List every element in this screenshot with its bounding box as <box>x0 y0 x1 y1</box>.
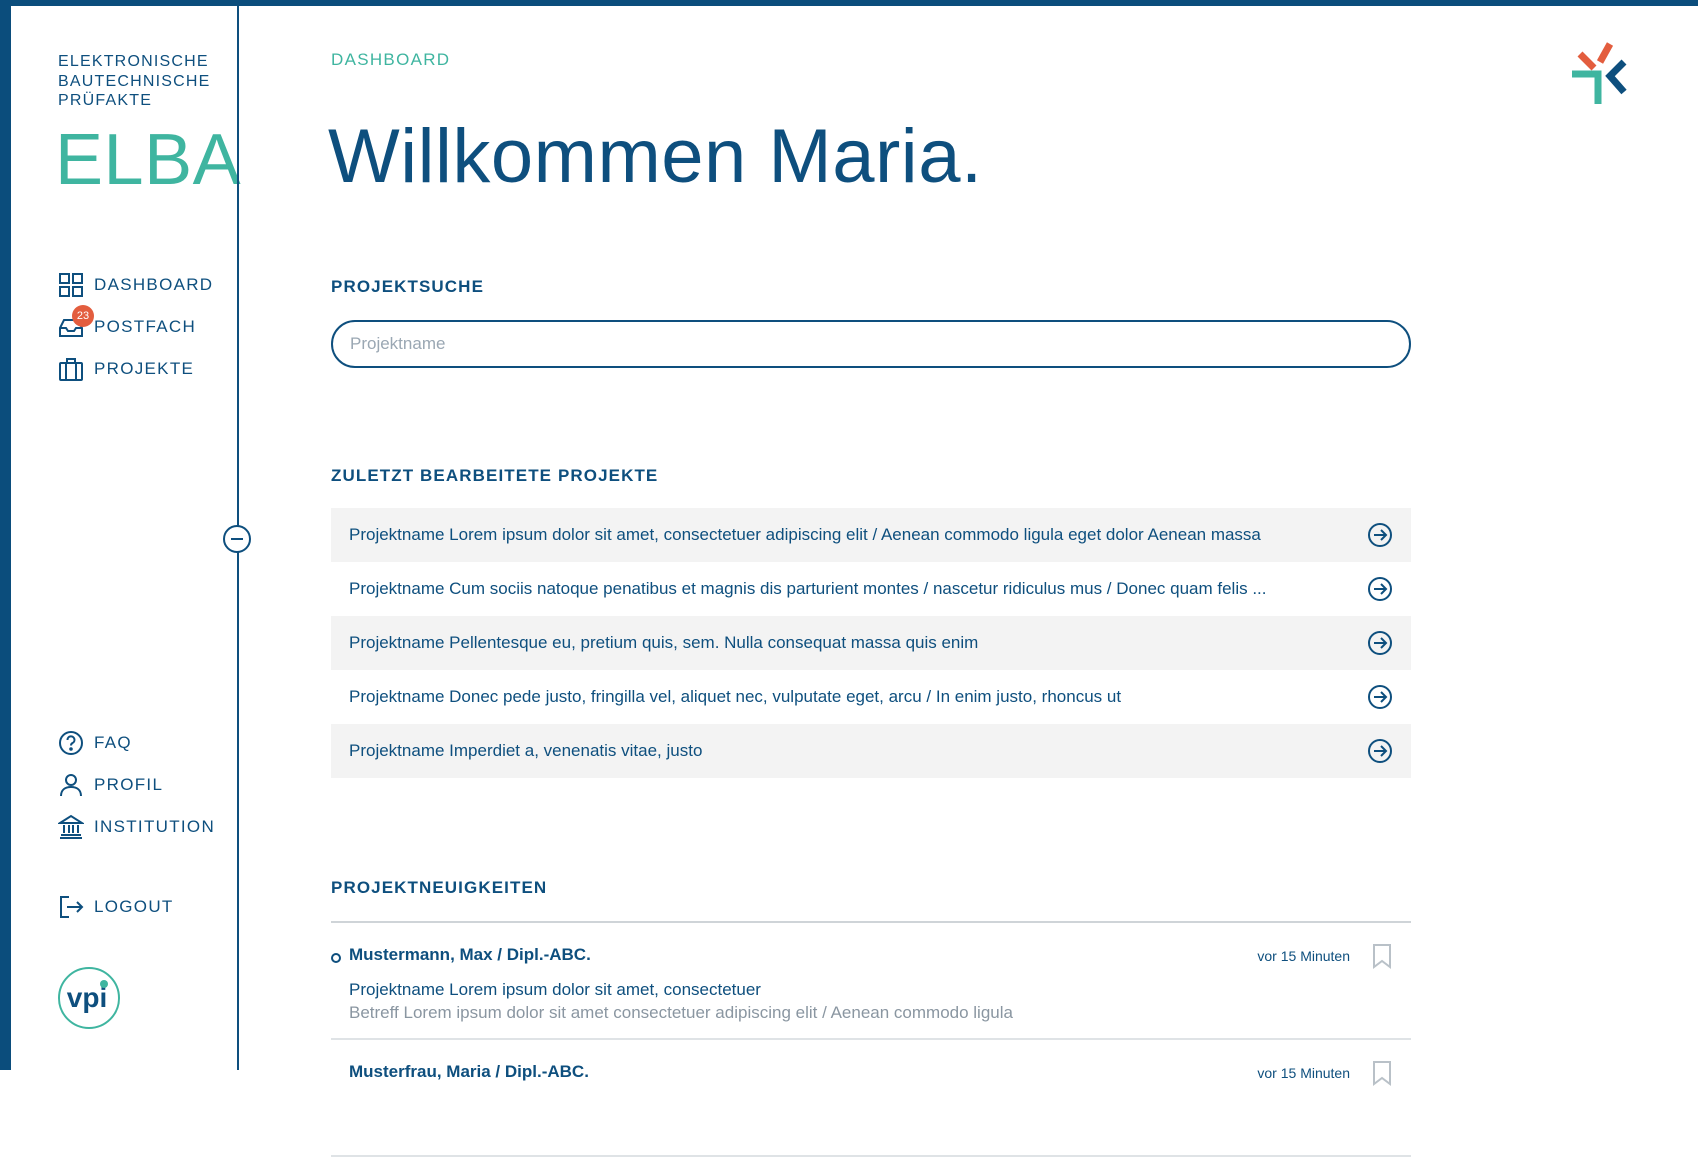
brand-subtitle: ELEKTRONISCHE BAUTECHNISCHE PRÜFAKTE <box>58 52 228 111</box>
vpi-logo: vpi <box>57 966 121 1030</box>
nav-item-label: PROFIL <box>94 775 164 794</box>
list-item[interactable]: Projektname Lorem ipsum dolor sit amet, … <box>331 508 1411 562</box>
help-circle-icon <box>58 730 84 756</box>
primary-nav: DASHBOARD 23 POSTFACH PROJEKTE <box>58 271 213 397</box>
brand-subtitle-line: ELEKTRONISCHE <box>58 53 209 70</box>
arrow-right-circle-icon[interactable] <box>1367 684 1393 710</box>
secondary-nav: FAQ PROFIL INSTITUTION <box>56 729 216 855</box>
logout-icon <box>58 894 84 920</box>
list-item[interactable]: Projektname Imperdiet a, venenatis vitae… <box>331 724 1411 778</box>
breadcrumb[interactable]: DASHBOARD <box>331 50 450 70</box>
logout-button[interactable]: LOGOUT <box>58 893 174 921</box>
nav-item-dashboard[interactable]: DASHBOARD <box>58 271 213 299</box>
news-author: Musterfrau, Maria / Dipl.-ABC. <box>349 1062 589 1081</box>
brand-subtitle-line: BAUTECHNISCHE <box>58 72 211 90</box>
logout-nav: LOGOUT <box>58 893 174 921</box>
nav-item-postfach[interactable]: 23 POSTFACH <box>58 305 213 341</box>
brand-subtitle-line: PRÜFAKTE <box>58 92 153 109</box>
nav-item-faq[interactable]: FAQ <box>58 729 215 757</box>
project-news-list: Mustermann, Max / Dipl.-ABC. vor 15 Minu… <box>331 921 1411 1157</box>
nav-item-projekte[interactable]: PROJEKTE <box>58 355 213 383</box>
project-name: Projektname Cum sociis natoque penatibus… <box>349 579 1267 598</box>
nav-item-institution[interactable]: INSTITUTION <box>56 813 216 841</box>
briefcase-icon <box>58 356 84 382</box>
grid-icon <box>58 272 84 298</box>
nav-item-label: INSTITUTION <box>94 817 216 836</box>
project-name: Projektname Lorem ipsum dolor sit amet, … <box>349 525 1261 544</box>
project-search-input[interactable] <box>331 320 1411 368</box>
bookmark-icon[interactable] <box>1371 943 1393 969</box>
nav-item-label: POSTFACH <box>94 317 197 336</box>
arrow-right-circle-icon[interactable] <box>1367 630 1393 656</box>
bookmark-icon[interactable] <box>1371 1060 1393 1086</box>
inbox-icon: 23 <box>58 305 94 340</box>
brand-logo-text[interactable]: ELBA <box>55 118 241 202</box>
project-name: Projektname Donec pede justo, fringilla … <box>349 687 1122 706</box>
unread-dot-icon <box>331 953 341 963</box>
project-name: Projektname Imperdiet a, venenatis vitae… <box>349 741 703 760</box>
news-timestamp: vor 15 Minuten <box>1257 948 1350 964</box>
arrow-right-circle-icon[interactable] <box>1367 522 1393 548</box>
arrow-right-circle-icon[interactable] <box>1367 576 1393 602</box>
news-section-label: PROJEKTNEUIGKEITEN <box>331 878 548 897</box>
sidebar-collapse-button[interactable] <box>223 525 251 553</box>
recent-projects-label: ZULETZT BEARBEITETE PROJEKTE <box>331 466 659 485</box>
news-project: Projektname Lorem ipsum dolor sit amet, … <box>349 980 761 999</box>
user-icon <box>58 772 84 798</box>
nav-item-profil[interactable]: PROFIL <box>58 771 215 799</box>
window-frame-left <box>0 0 11 1070</box>
page-title: Willkommen Maria. <box>328 114 983 199</box>
institution-icon <box>56 814 86 840</box>
nav-item-label: PROJEKTE <box>94 359 195 378</box>
project-name: Projektname Pellentesque eu, pretium qui… <box>349 633 979 652</box>
news-timestamp: vor 15 Minuten <box>1257 1065 1350 1081</box>
app-logo-icon <box>1572 42 1627 104</box>
search-section-label: PROJEKTSUCHE <box>331 277 485 296</box>
news-subject: Betreff Lorem ipsum dolor sit amet conse… <box>349 1003 1013 1022</box>
nav-item-label: LOGOUT <box>94 897 174 916</box>
list-item[interactable]: Projektname Cum sociis natoque penatibus… <box>331 562 1411 616</box>
list-item[interactable]: Projektname Pellentesque eu, pretium qui… <box>331 616 1411 670</box>
unread-count-badge: 23 <box>72 305 94 327</box>
news-item[interactable]: Mustermann, Max / Dipl.-ABC. vor 15 Minu… <box>331 923 1411 1040</box>
window-frame-top <box>0 0 1698 6</box>
nav-item-label: DASHBOARD <box>94 275 214 294</box>
arrow-right-circle-icon[interactable] <box>1367 738 1393 764</box>
list-item[interactable]: Projektname Donec pede justo, fringilla … <box>331 670 1411 724</box>
news-author: Mustermann, Max / Dipl.-ABC. <box>349 945 591 964</box>
nav-item-label: FAQ <box>94 733 132 752</box>
recent-projects-list: Projektname Lorem ipsum dolor sit amet, … <box>331 508 1411 778</box>
news-item[interactable]: Musterfrau, Maria / Dipl.-ABC. vor 15 Mi… <box>331 1040 1411 1157</box>
